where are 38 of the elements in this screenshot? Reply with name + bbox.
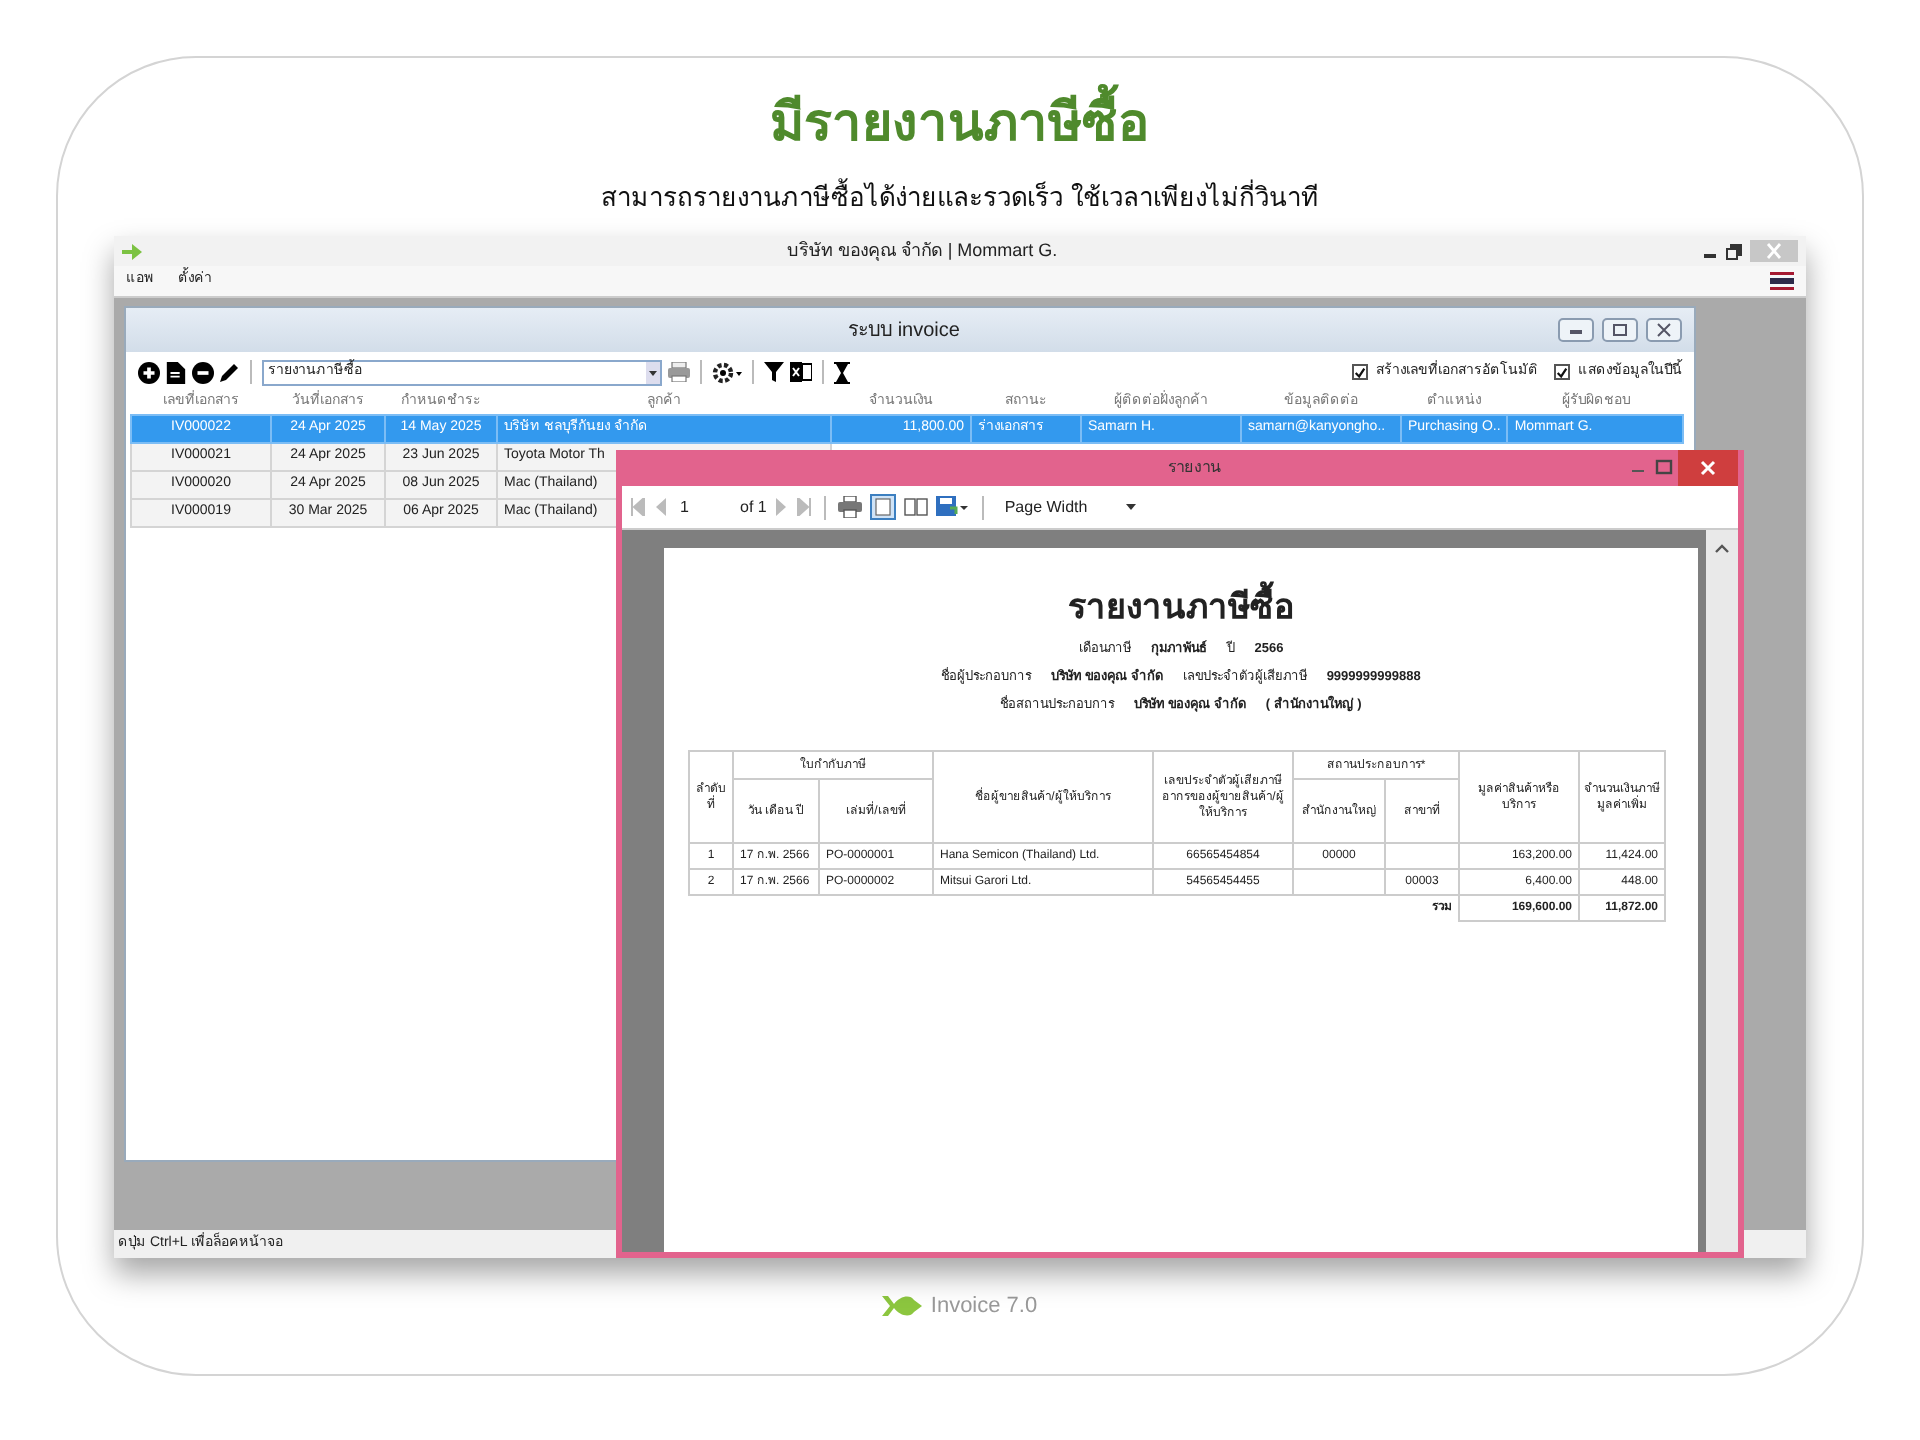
scroll-up-icon[interactable] — [1714, 542, 1730, 554]
print-icon[interactable] — [668, 362, 690, 382]
checkbox[interactable] — [1554, 364, 1570, 380]
minimize-icon[interactable] — [1558, 318, 1594, 342]
settings-icon[interactable] — [712, 361, 742, 383]
restore-icon[interactable] — [1726, 243, 1742, 259]
maximize-icon[interactable] — [1650, 458, 1678, 478]
filter-icon[interactable] — [764, 362, 784, 382]
page-layout-icon[interactable] — [870, 494, 897, 520]
save-icon[interactable] — [936, 496, 971, 518]
close-icon[interactable] — [1678, 450, 1738, 486]
remove-icon[interactable] — [192, 361, 214, 383]
footer-text: Invoice 7.0 — [930, 1292, 1038, 1322]
window-title: บริษัท ของคุณ จำกัด | Mommart G. — [784, 237, 1060, 265]
scrollbar[interactable] — [1706, 530, 1738, 1252]
checkbox[interactable] — [1352, 364, 1368, 380]
caret-icon — [1126, 503, 1137, 511]
zoom-select[interactable]: Page Width — [996, 495, 1137, 519]
app-icon — [122, 243, 142, 259]
add-icon[interactable] — [138, 361, 160, 383]
headline: มีรายงานภาษีซื้อ — [770, 86, 1150, 158]
pencil-icon[interactable] — [220, 362, 240, 382]
maximize-icon[interactable] — [1602, 318, 1638, 342]
document-icon[interactable] — [166, 361, 186, 383]
caret-icon — [646, 361, 660, 383]
flag-icon[interactable] — [1770, 272, 1794, 290]
window-title: ระบบ invoice — [846, 317, 962, 345]
fish-logo-icon — [882, 1294, 923, 1319]
page-count: of 1 — [740, 495, 767, 519]
hourglass-icon[interactable] — [834, 361, 850, 383]
print-icon[interactable] — [838, 496, 863, 518]
close-icon[interactable] — [1646, 318, 1682, 342]
report-title: รายงานภาษีซื้อ — [1068, 586, 1294, 630]
window-title: รายงาน — [1166, 456, 1223, 480]
spreadsheet-icon[interactable] — [790, 362, 812, 382]
page-number-field[interactable]: 1 — [676, 495, 732, 519]
two-pages-icon[interactable] — [904, 496, 929, 518]
subtitle: สามารถรายงานภาษีซื้อได้ง่ายและรวดเร็ว ใช้เวลาเพียงไม่กี่วินาที — [601, 182, 1319, 214]
